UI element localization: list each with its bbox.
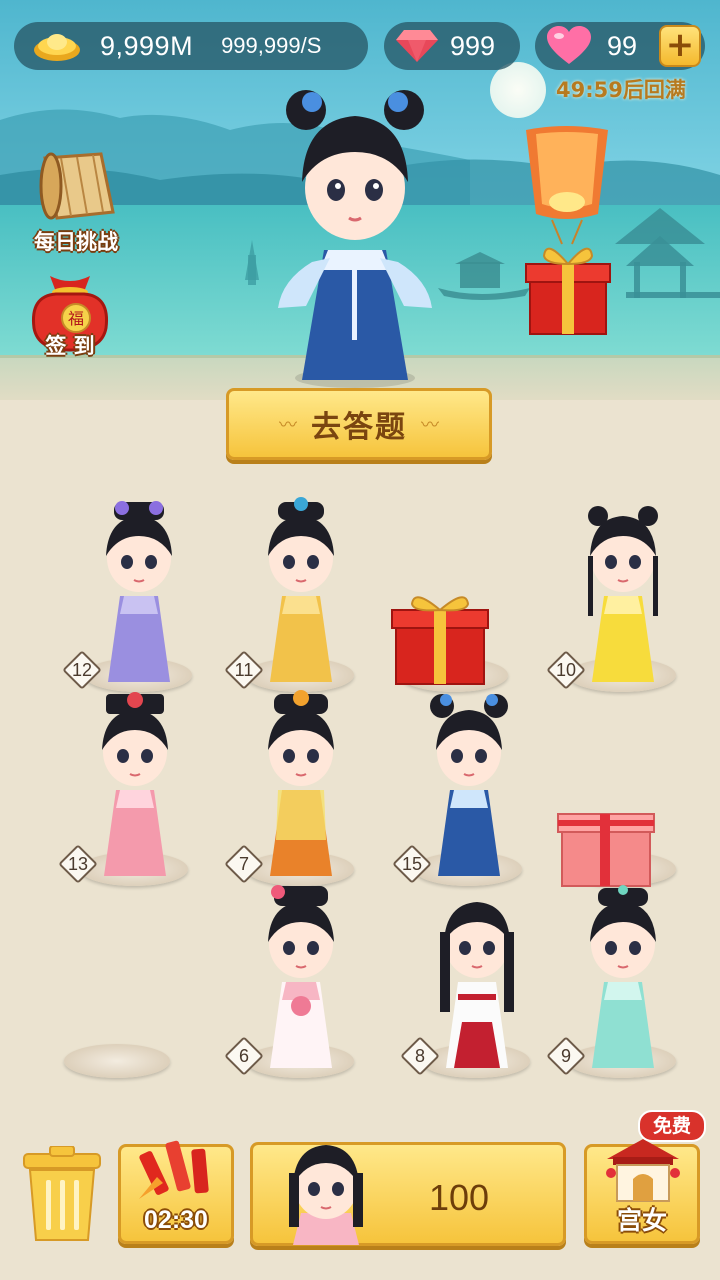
grid-slot[interactable]: [376, 486, 546, 696]
gold-ingot-icon: [34, 34, 80, 61]
grid-slot[interactable]: 12: [60, 486, 230, 696]
palace-maid-button[interactable]: 宫女: [584, 1139, 700, 1244]
trash-bin-button[interactable]: [22, 1146, 102, 1242]
palace-girl-yellow[interactable]: [256, 496, 346, 686]
heart-counter: 99 +: [535, 22, 705, 70]
slot-plate-empty: [64, 1044, 170, 1078]
gold-rate: 999,999/S: [221, 33, 322, 58]
palace-girl-lemon[interactable]: [578, 496, 668, 686]
gem-amount: 999: [450, 30, 496, 61]
gold-counter: 9,999M 999,999/S: [14, 22, 368, 70]
level-badge: 8: [400, 1036, 440, 1076]
palace-gate-icon: [606, 1139, 680, 1202]
grid-slot[interactable]: 11: [222, 486, 392, 696]
grid-slot[interactable]: 6: [222, 872, 392, 1082]
level-number: 9: [560, 1046, 571, 1066]
gold-amount: 9,999M: [100, 30, 194, 61]
grid-slot[interactable]: 8: [398, 872, 568, 1082]
grid-slot[interactable]: 9: [544, 872, 714, 1082]
palace-girl-blue[interactable]: [424, 690, 514, 880]
palace-girl-pink[interactable]: [90, 690, 180, 880]
heart-refill-timer: 49:59后回满: [556, 78, 686, 102]
grid-slot[interactable]: 15: [390, 680, 560, 890]
palace-maid-label: 宫女: [616, 1206, 667, 1235]
daily-challenge-label: 每日挑战: [34, 230, 118, 254]
heart-amount: 99: [607, 30, 638, 61]
left-ornament: 〰: [279, 415, 297, 436]
fireworks-button[interactable]: 02:30: [118, 1140, 234, 1244]
go-answer-label: 去答题: [311, 410, 407, 445]
palace-girl-orange[interactable]: [256, 690, 346, 880]
add-hearts-button[interactable]: +: [659, 25, 701, 67]
palace-girl-white-red[interactable]: [432, 882, 522, 1072]
heart-icon: [547, 26, 591, 64]
palace-girl-white-pink[interactable]: [256, 882, 346, 1072]
sign-in-button[interactable]: 福 签 到: [18, 266, 122, 360]
buy-palace-girl-button[interactable]: 100: [250, 1142, 566, 1246]
right-ornament: 〰: [421, 415, 439, 436]
grid-slot[interactable]: [544, 680, 714, 890]
grid-slot[interactable]: [56, 872, 226, 1082]
level-number: 6: [238, 1046, 249, 1066]
fu-character: 福: [68, 309, 84, 328]
scroll-icon: [39, 152, 115, 220]
firecracker-icon: [139, 1140, 209, 1199]
grid-slot[interactable]: 13: [56, 680, 226, 890]
gem-counter[interactable]: 999: [384, 22, 520, 70]
fireworks-timer: 02:30: [144, 1206, 208, 1234]
level-badge: 6: [224, 1036, 264, 1076]
go-answer-button[interactable]: 〰 去答题 〰: [226, 388, 492, 460]
red-gift-box[interactable]: [388, 594, 492, 686]
gem-icon: [396, 30, 438, 62]
palace-girl-portrait-icon: [289, 1145, 363, 1245]
palace-girl-mint[interactable]: [578, 882, 668, 1072]
merge-board: 12 11 10 13 7 15 6 8 9: [0, 466, 720, 1106]
grid-slot[interactable]: 7: [222, 680, 392, 890]
free-badge: 免费: [638, 1110, 706, 1142]
daily-challenge-button[interactable]: 每日挑战: [24, 140, 128, 256]
sky-lantern-gift[interactable]: [516, 124, 618, 336]
grid-slot[interactable]: 10: [544, 486, 714, 696]
level-number: 8: [414, 1046, 425, 1066]
level-badge: 9: [546, 1036, 586, 1076]
featured-character: [278, 90, 432, 388]
palace-girl-lavender[interactable]: [94, 496, 184, 686]
buy-price: 100: [429, 1177, 490, 1218]
